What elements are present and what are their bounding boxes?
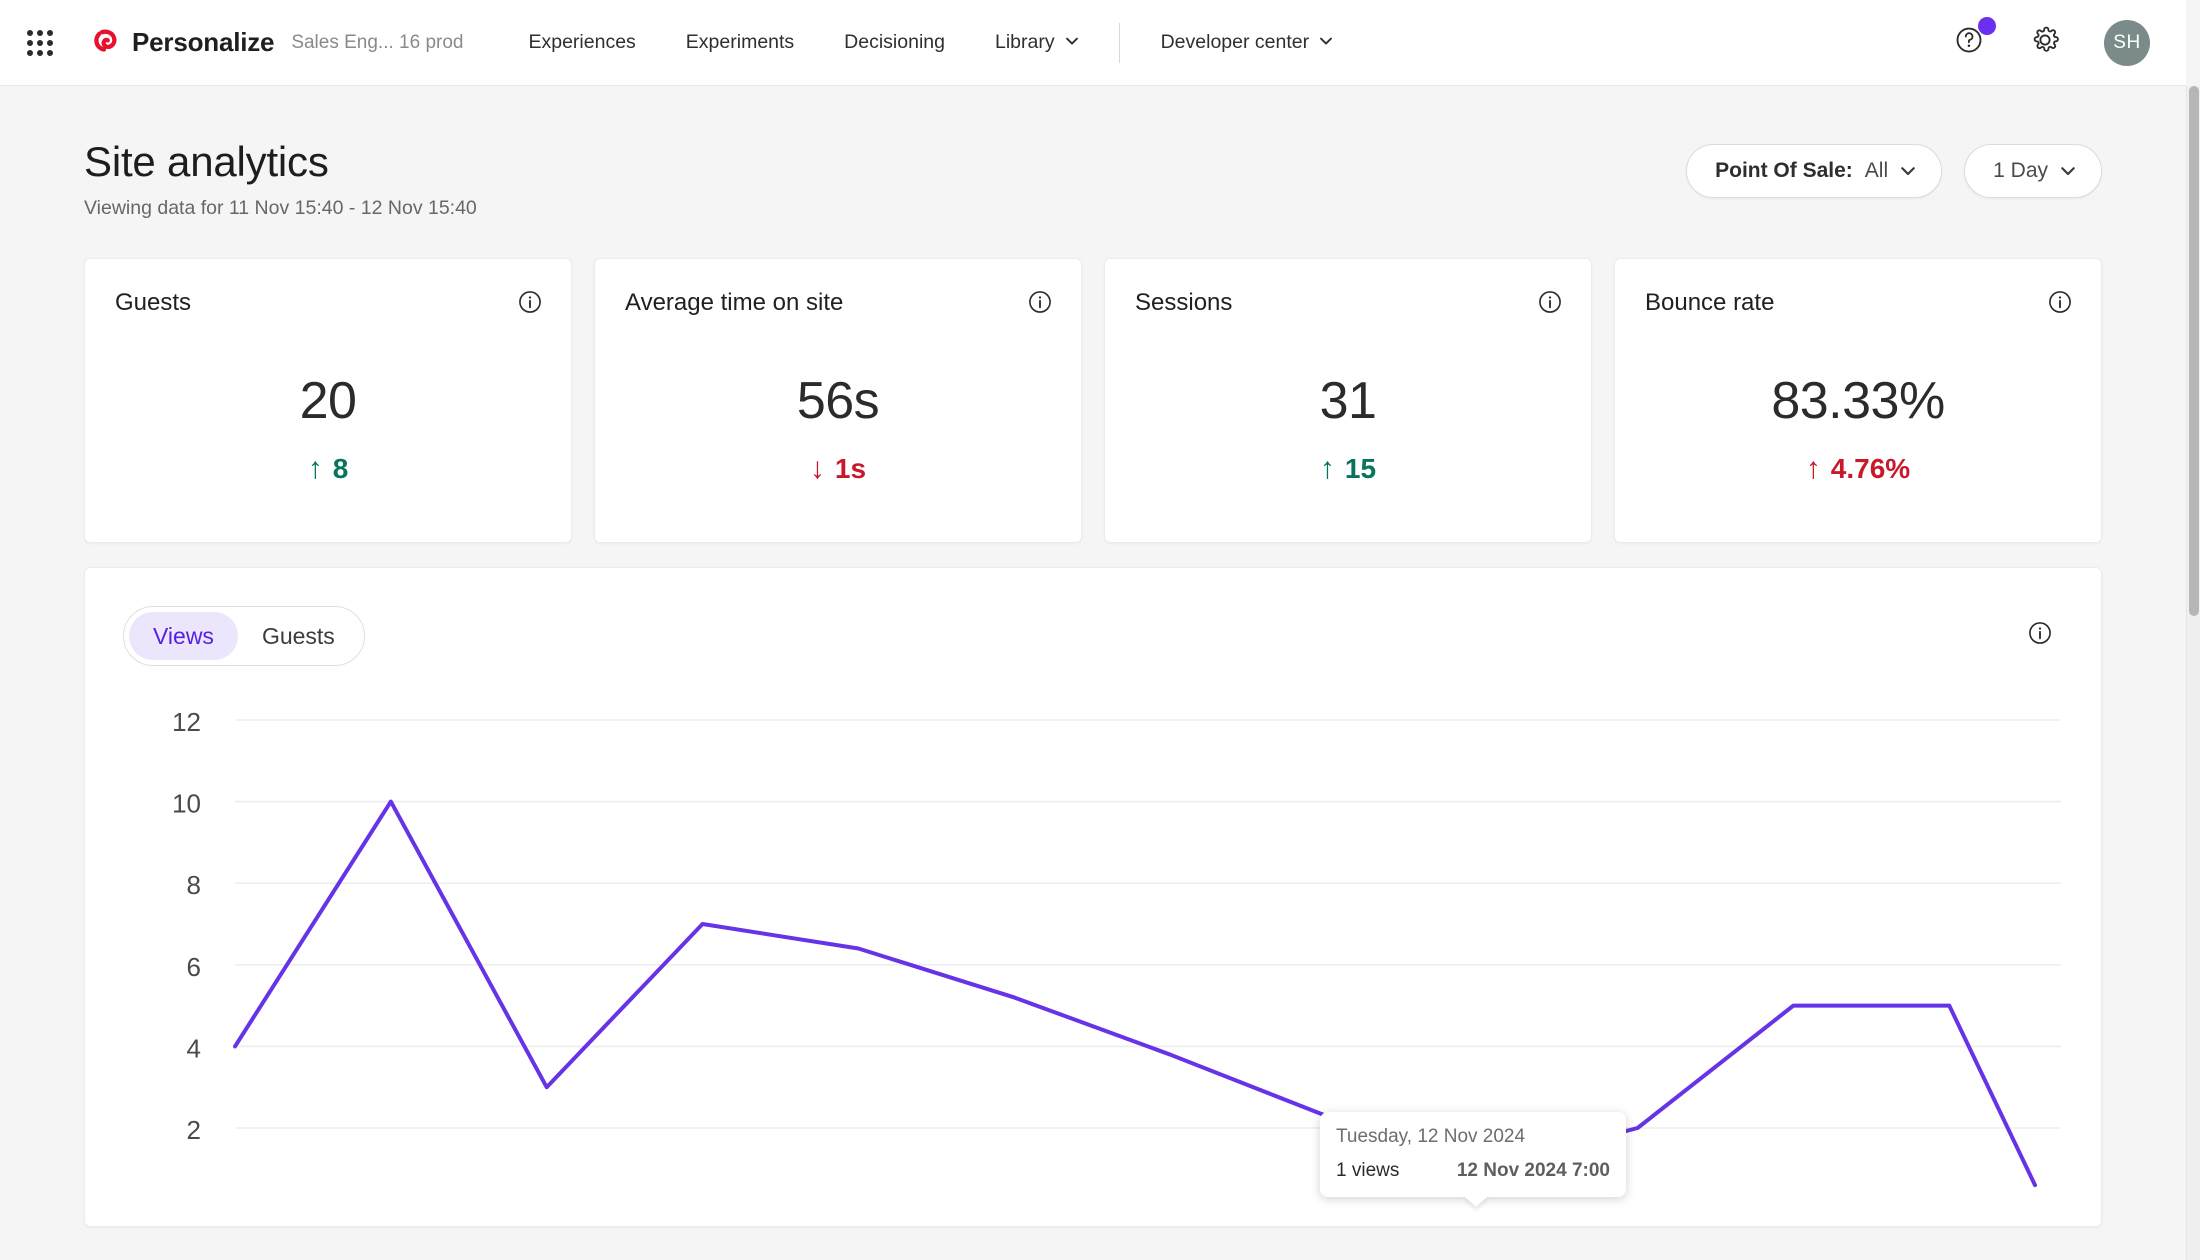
metric-delta-value: 4.76%: [1831, 453, 1910, 485]
metric-value: 83.33%: [1645, 371, 2071, 431]
metric-cards: Guests 20 ↑ 8 Average time on site 56s ↓…: [84, 258, 2102, 543]
vertical-scrollbar-track[interactable]: [2186, 86, 2200, 1260]
nav-label: Decisioning: [844, 31, 945, 54]
page-header: Site analytics Viewing data for 11 Nov 1…: [84, 86, 2102, 220]
top-navigation-bar: Personalize Sales Eng... 16 prod Experie…: [0, 0, 2186, 86]
nav-item-library[interactable]: Library: [970, 0, 1103, 86]
chevron-down-icon: [1900, 163, 1913, 176]
metric-card-sessions: Sessions 31 ↑ 15: [1104, 258, 1592, 543]
arrow-up-icon: ↑: [1806, 454, 1821, 484]
settings-button[interactable]: [2028, 26, 2062, 60]
brand-name: Personalize: [132, 27, 274, 58]
chart-y-tick-label: 2: [187, 1115, 201, 1145]
metric-delta: ↑ 8: [115, 453, 541, 485]
arrow-up-icon: ↑: [1320, 454, 1335, 484]
info-circle-icon[interactable]: [1027, 289, 1053, 320]
nav-item-developer-center[interactable]: Developer center: [1136, 0, 1358, 86]
page-content: Site analytics Viewing data for 11 Nov 1…: [0, 86, 2186, 1260]
chevron-down-icon: [1065, 34, 1078, 47]
metric-card-bounce-rate: Bounce rate 83.33% ↑ 4.76%: [1614, 258, 2102, 543]
nav-label: Library: [995, 31, 1055, 54]
personalize-logo-icon: [93, 28, 123, 58]
metric-title: Average time on site: [625, 289, 1051, 317]
chart-y-tick-label: 12: [172, 707, 201, 737]
nav-item-experiences[interactable]: Experiences: [503, 0, 660, 86]
tab-label: Guests: [262, 623, 335, 650]
tab-guests[interactable]: Guests: [238, 612, 359, 660]
topbar-actions: SH: [1952, 20, 2186, 66]
date-range-filter[interactable]: 1 Day: [1964, 144, 2102, 198]
grid-apps-icon[interactable]: [27, 30, 53, 56]
arrow-up-icon: ↑: [308, 454, 323, 484]
chart-y-tick-label: 4: [187, 1033, 201, 1063]
point-of-sale-value: All: [1865, 159, 1888, 183]
metric-value: 56s: [625, 371, 1051, 431]
avatar[interactable]: SH: [2104, 20, 2150, 66]
point-of-sale-label: Point Of Sale:: [1715, 159, 1853, 183]
metric-delta-value: 8: [333, 453, 349, 485]
tenant-label: Sales Eng... 16 prod: [291, 32, 463, 54]
metric-delta: ↑ 4.76%: [1645, 453, 2071, 485]
chevron-down-icon: [1319, 34, 1332, 47]
metric-value: 31: [1135, 371, 1561, 431]
tab-views[interactable]: Views: [129, 612, 238, 660]
avatar-initials: SH: [2113, 32, 2140, 54]
metric-card-average-time-on-site: Average time on site 56s ↓ 1s: [594, 258, 1082, 543]
chart-metric-toggle: Views Guests: [123, 606, 365, 666]
info-circle-icon[interactable]: [517, 289, 543, 320]
notification-dot: [1978, 17, 1996, 35]
metric-title: Guests: [115, 289, 541, 317]
metric-delta: ↓ 1s: [625, 453, 1051, 485]
info-circle-icon[interactable]: [1537, 289, 1563, 320]
metric-title: Bounce rate: [1645, 289, 2071, 317]
tab-label: Views: [153, 623, 214, 650]
point-of-sale-filter[interactable]: Point Of Sale: All: [1686, 144, 1942, 198]
chart-highlighted-point: [1474, 1161, 1490, 1177]
nav-label: Experiences: [528, 31, 635, 54]
chart-y-tick-label: 10: [172, 789, 201, 819]
chart-y-tick-label: 6: [187, 952, 201, 982]
date-range-value: 1 Day: [1993, 159, 2048, 183]
metric-title: Sessions: [1135, 289, 1561, 317]
metric-delta-value: 15: [1345, 453, 1376, 485]
arrow-down-icon: ↓: [810, 454, 825, 484]
nav-divider: [1119, 23, 1120, 63]
metric-value: 20: [115, 371, 541, 431]
chevron-down-icon: [2060, 163, 2073, 176]
info-circle-icon[interactable]: [2027, 620, 2053, 651]
brand-logo-link[interactable]: Personalize: [93, 27, 274, 58]
gear-icon: [2030, 25, 2060, 60]
help-button[interactable]: [1952, 26, 1986, 60]
nav-item-experiments[interactable]: Experiments: [661, 0, 819, 86]
nav-label: Developer center: [1161, 31, 1310, 54]
metric-delta-value: 1s: [835, 453, 866, 485]
main-nav: Experiences Experiments Decisioning Libr…: [503, 0, 1357, 86]
nav-label: Experiments: [686, 31, 794, 54]
views-line-chart[interactable]: 2 4 6 8 10 12: [85, 698, 2101, 1227]
vertical-scrollbar-thumb[interactable]: [2189, 86, 2199, 616]
info-circle-icon[interactable]: [2047, 289, 2073, 320]
chart-svg: 2 4 6 8 10 12: [85, 698, 2101, 1227]
header-filters: Point Of Sale: All 1 Day: [1686, 144, 2102, 198]
chart-panel: Views Guests 2 4 6 8 10 12: [84, 567, 2102, 1227]
metric-card-guests: Guests 20 ↑ 8: [84, 258, 572, 543]
nav-item-decisioning[interactable]: Decisioning: [819, 0, 970, 86]
page-subtitle: Viewing data for 11 Nov 15:40 - 12 Nov 1…: [84, 197, 2102, 220]
metric-delta: ↑ 15: [1135, 453, 1561, 485]
chart-y-tick-label: 8: [187, 870, 201, 900]
